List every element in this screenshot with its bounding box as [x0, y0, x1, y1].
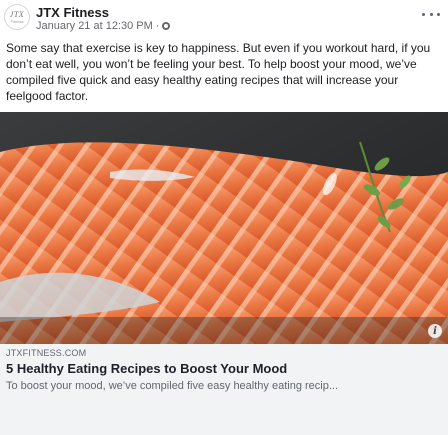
more-dot [437, 12, 440, 16]
link-description: To boost your mood, we’ve compiled five … [6, 380, 339, 392]
salmon-fillet-image[interactable]: i [0, 112, 448, 344]
page-name[interactable]: JTX Fitness [36, 5, 109, 20]
more-dot [422, 12, 425, 16]
link-preview[interactable]: JTXFITNESS.COM 5 Healthy Eating Recipes … [0, 344, 448, 435]
meta-separator: · [155, 20, 160, 32]
page-avatar[interactable]: JTX Fitness [4, 4, 30, 30]
more-dot [429, 12, 433, 16]
more-icon[interactable] [422, 8, 440, 20]
globe-icon[interactable] [162, 22, 171, 30]
post-header: JTX Fitness JTX Fitness January 21 at 12… [0, 0, 448, 36]
avatar-tagline: Fitness [10, 18, 24, 24]
image-shadow [0, 317, 448, 344]
link-title[interactable]: 5 Healthy Eating Recipes to Boost Your M… [6, 361, 287, 376]
post-text: Some say that exercise is key to happine… [6, 41, 431, 103]
post-meta: January 21 at 12:30 PM · [36, 20, 171, 32]
post-timestamp[interactable]: January 21 at 12:30 PM [36, 20, 153, 32]
salmon-illustration [0, 112, 448, 344]
link-domain: JTXFITNESS.COM [6, 348, 87, 358]
info-icon[interactable]: i [428, 324, 442, 338]
avatar-logo: JTX [9, 9, 25, 19]
